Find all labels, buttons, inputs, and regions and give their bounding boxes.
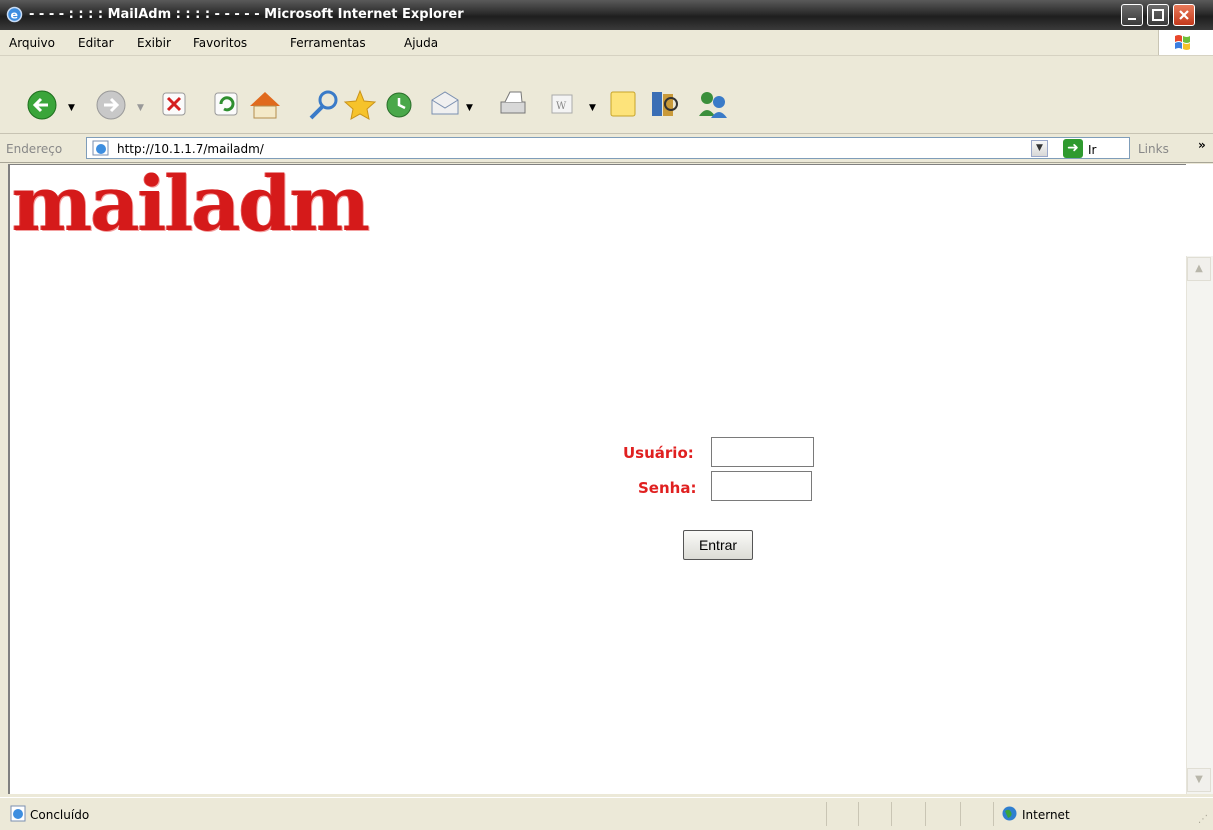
maximize-button[interactable] — [1147, 4, 1169, 26]
status-divider — [858, 802, 859, 826]
edit-dropdown-icon[interactable]: ▼ — [589, 103, 596, 113]
forward-icon[interactable] — [96, 90, 126, 120]
standard-toolbar: ▼ ▼ ▼ W ▼ — [0, 56, 1213, 134]
history-icon[interactable] — [386, 92, 412, 118]
windows-flag-logo — [1158, 30, 1213, 55]
minimize-button[interactable] — [1121, 4, 1143, 26]
username-input[interactable] — [711, 437, 814, 467]
address-dropdown-icon[interactable]: ▼ — [1031, 140, 1048, 157]
svg-text:W: W — [556, 101, 567, 112]
back-icon[interactable] — [27, 90, 57, 120]
menu-exibir[interactable]: Exibir — [137, 36, 171, 50]
back-dropdown-icon[interactable]: ▼ — [68, 103, 75, 113]
links-chevron-icon[interactable]: » — [1198, 138, 1206, 152]
address-label: Endereço — [6, 142, 63, 156]
mail-dropdown-icon[interactable]: ▼ — [466, 103, 473, 113]
menu-editar[interactable]: Editar — [78, 36, 114, 50]
username-label: Usuário: — [623, 444, 694, 462]
page-viewport — [8, 164, 1186, 794]
password-label: Senha: — [638, 479, 697, 497]
stop-icon[interactable] — [162, 92, 186, 116]
status-text: Concluído — [30, 808, 90, 822]
maximize-icon — [1152, 9, 1164, 21]
mailadm-logo: mailadm — [12, 159, 370, 248]
status-divider — [993, 802, 994, 826]
security-zone[interactable]: Internet — [1022, 808, 1070, 822]
scroll-up-icon[interactable]: ▲ — [1187, 257, 1211, 281]
menu-bar: Arquivo Editar Exibir Favoritos Ferramen… — [0, 30, 1213, 56]
title-bar[interactable]: e - - - - : : : : MailAdm : : : : - - - … — [0, 0, 1213, 30]
ie-window: e - - - - : : : : MailAdm : : : : - - - … — [0, 0, 1213, 830]
close-icon — [1179, 10, 1189, 20]
page-ie-icon — [92, 140, 109, 156]
menu-ferramentas[interactable]: Ferramentas — [290, 36, 366, 50]
go-arrow-icon[interactable]: ➜ — [1063, 139, 1083, 158]
refresh-icon[interactable] — [214, 92, 238, 116]
page-done-icon — [10, 805, 26, 822]
mail-icon[interactable] — [431, 91, 459, 115]
note-icon[interactable] — [610, 91, 636, 117]
login-button[interactable]: Entrar — [683, 530, 753, 560]
window-title: - - - - : : : : MailAdm : : : : - - - - … — [29, 7, 464, 22]
vertical-scrollbar[interactable] — [1186, 256, 1213, 794]
svg-text:e: e — [11, 9, 18, 22]
minimize-icon — [1128, 18, 1136, 20]
close-button[interactable] — [1173, 4, 1195, 26]
research-icon[interactable] — [652, 92, 678, 116]
status-divider — [891, 802, 892, 826]
print-icon[interactable] — [500, 91, 526, 114]
go-button[interactable]: Ir — [1088, 143, 1096, 157]
scroll-down-icon[interactable]: ▼ — [1187, 768, 1211, 792]
messenger-icon[interactable] — [699, 92, 727, 118]
password-input[interactable] — [711, 471, 812, 501]
resize-grip-icon[interactable]: ⋰ — [1198, 814, 1208, 825]
status-divider — [925, 802, 926, 826]
favorites-star-icon[interactable] — [343, 89, 377, 120]
internet-globe-icon — [1002, 806, 1017, 821]
status-divider — [960, 802, 961, 826]
links-label[interactable]: Links — [1138, 142, 1169, 156]
forward-dropdown-icon[interactable]: ▼ — [137, 103, 144, 113]
address-url[interactable]: http://10.1.1.7/mailadm/ — [117, 142, 264, 156]
menu-ajuda[interactable]: Ajuda — [404, 36, 438, 50]
menu-arquivo[interactable]: Arquivo — [9, 36, 55, 50]
status-divider — [826, 802, 827, 826]
search-icon[interactable] — [309, 90, 338, 120]
home-icon[interactable] — [250, 92, 280, 119]
menu-favoritos[interactable]: Favoritos — [193, 36, 247, 50]
ie-logo-icon: e — [6, 6, 23, 23]
edit-icon[interactable]: W — [551, 94, 573, 114]
